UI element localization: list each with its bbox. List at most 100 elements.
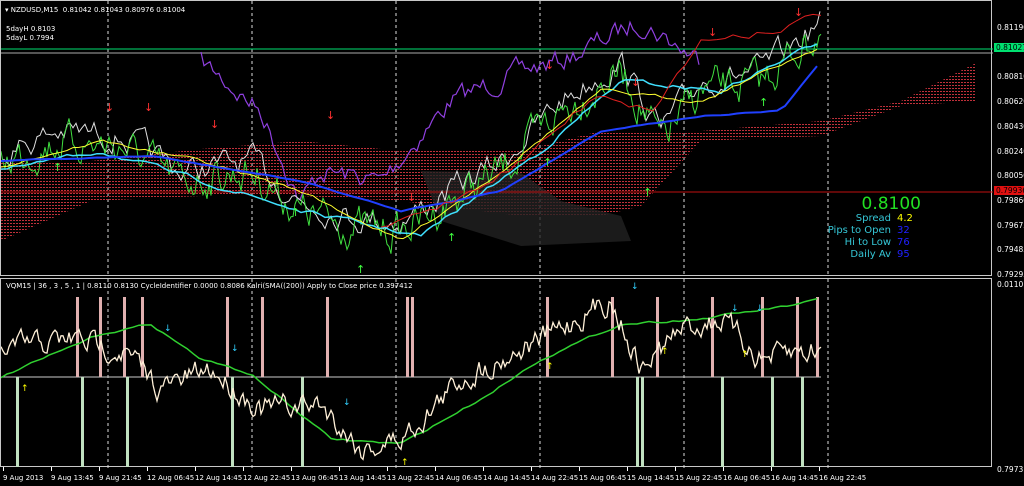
indicator-pane[interactable]: ↑ ↑ ↑ ↑ ↑ ↓ ↓ ↓ ↓ ↓ ↓ VQM15 | 36 , 3 , 5 , 1 | 0.8…	[0, 278, 992, 468]
info-price: 0.8100	[861, 194, 921, 214]
time-tick	[99, 467, 100, 471]
up-arrow-icon: ↑	[546, 362, 554, 372]
cycle-bar	[816, 297, 819, 377]
price-chart-pane[interactable]: ↓ ↓ ↓ ↓ ↓ ↓ ↓ ↓ ↓ ↑ ↑ ↑ ↑ ↑ ↑ ↑ ▾ NZDUSD,M15 0.81042 0.…	[0, 0, 993, 277]
info-row-label: Pips to Open	[827, 225, 891, 236]
cycle-bar	[126, 377, 129, 467]
cycle-bar	[261, 297, 264, 377]
down-arrow-icon: ↓	[164, 324, 172, 334]
down-arrow-icon: ↓	[794, 6, 803, 19]
price-axis-label: 0.80810	[997, 72, 1024, 81]
info-row-label: Spread	[855, 213, 891, 224]
info-row-value: 76	[897, 237, 910, 248]
time-tick	[579, 467, 580, 471]
time-tick	[387, 467, 388, 471]
down-arrow-icon: ↓	[407, 191, 416, 204]
up-arrow-icon: ↑	[401, 458, 409, 468]
time-tick	[51, 467, 52, 471]
up-arrow-icon: ↑	[291, 206, 300, 219]
time-axis-label: 16 Aug 22:45	[819, 474, 867, 482]
time-tick	[435, 467, 436, 471]
time-axis-label: 15 Aug 22:45	[675, 474, 723, 482]
down-arrow-icon: ↓	[708, 26, 717, 39]
time-axis-label: 9 Aug 21:45	[99, 474, 142, 482]
indicator-header: VQM15 | 36 , 3 , 5 , 1 | 0.8110 0.8130 C…	[6, 282, 413, 290]
up-arrow-icon: ↑	[543, 156, 552, 169]
up-arrow-icon: ↑	[643, 186, 652, 199]
price-axis-label: 0.80430	[997, 122, 1024, 131]
time-axis-label: 12 Aug 06:45	[147, 474, 195, 482]
time-axis-label: 9 Aug 13:45	[51, 474, 94, 482]
time-tick	[243, 467, 244, 471]
cycle-bar	[411, 297, 414, 377]
up-arrow-icon: ↑	[356, 263, 365, 276]
cycle-bar	[406, 297, 409, 377]
info-row-value: 4.2	[897, 213, 913, 224]
time-tick	[3, 467, 4, 471]
down-arrow-icon: ↓	[343, 398, 351, 408]
cycle-bar	[301, 377, 304, 467]
five-day-low: 5dayL 0.7994	[6, 34, 54, 42]
time-axis-label: 15 Aug 14:45	[627, 474, 675, 482]
cycle-bar	[771, 377, 774, 467]
down-arrow-icon: ↓	[144, 101, 153, 114]
info-panel: 0.8100 Spread 4.2 Pips to Open 32 Hi to Low 7…	[828, 195, 921, 261]
down-arrow-icon: ↓	[105, 101, 114, 114]
indicator-axis-top: 0.0110	[997, 280, 1024, 289]
down-arrow-icon: ↓	[631, 282, 639, 292]
time-tick	[147, 467, 148, 471]
time-tick	[627, 467, 628, 471]
down-arrow-icon: ↓	[756, 304, 764, 314]
cycle-bar	[16, 377, 19, 467]
up-arrow-icon: ↑	[759, 96, 768, 109]
info-row-value: 32	[897, 225, 910, 236]
cycle-bar	[801, 377, 804, 467]
price-axis-label: 0.79295	[997, 270, 1024, 279]
indicator-axis-bottom: 0.7973	[997, 465, 1024, 474]
time-axis-label: 14 Aug 22:45	[531, 474, 579, 482]
ohlc-values: 0.81042 0.81043 0.80976 0.81004	[62, 6, 186, 14]
price-axis-label: 0.79675	[997, 221, 1024, 230]
info-row-label: Daily Av	[850, 249, 891, 260]
time-axis-label: 13 Aug 06:45	[291, 474, 339, 482]
indicator-canvas: ↑ ↑ ↑ ↑ ↑ ↓ ↓ ↓ ↓ ↓ ↓	[1, 279, 829, 468]
time-tick	[675, 467, 676, 471]
time-axis-label: 14 Aug 06:45	[435, 474, 483, 482]
time-axis-label: 16 Aug 14:45	[771, 474, 819, 482]
down-arrow-icon: ↓	[545, 59, 554, 72]
info-row: Pips to Open 32	[828, 225, 921, 237]
current-price-label: 0.81027	[994, 43, 1024, 52]
down-arrow-icon: ↓	[210, 118, 219, 131]
down-arrow-icon: ↓	[326, 109, 335, 122]
time-axis-label: 14 Aug 14:45	[483, 474, 531, 482]
price-axis-label: 0.80620	[997, 97, 1024, 106]
cycle-bar	[123, 297, 126, 377]
cycle-bar	[326, 297, 329, 377]
price-axis-label: 0.79860	[997, 196, 1024, 205]
time-tick	[819, 467, 820, 471]
cycle-bar	[99, 297, 102, 377]
time-tick	[483, 467, 484, 471]
price-axis-label: 0.80240	[997, 147, 1024, 156]
up-arrow-icon: ↑	[21, 384, 29, 394]
price-axis-label: 0.79485	[997, 245, 1024, 254]
time-tick	[291, 467, 292, 471]
symbol-timeframe: NZDUSD,M15	[10, 6, 59, 14]
time-axis-label: 15 Aug 06:45	[579, 474, 627, 482]
up-arrow-icon: ↑	[741, 350, 749, 360]
time-axis-label: 9 Aug 2013	[3, 474, 44, 482]
info-row: Hi to Low 76	[828, 237, 921, 249]
info-row-label: Hi to Low	[844, 237, 891, 248]
time-axis-label: 13 Aug 14:45	[339, 474, 387, 482]
time-tick	[771, 467, 772, 471]
cycle-bar	[721, 377, 724, 467]
info-row-value: 95	[897, 249, 910, 260]
cycle-bar	[796, 297, 799, 377]
price-axis-label: 0.81190	[997, 23, 1024, 32]
time-axis-label: 13 Aug 22:45	[387, 474, 435, 482]
chart-header: ▾ NZDUSD,M15 0.81042 0.81043 0.80976 0.8…	[5, 6, 185, 14]
cycle-bar	[81, 377, 84, 467]
time-axis-label: 12 Aug 22:45	[243, 474, 291, 482]
cycle-bar	[226, 297, 229, 377]
down-arrow-icon: ↓	[231, 344, 239, 354]
